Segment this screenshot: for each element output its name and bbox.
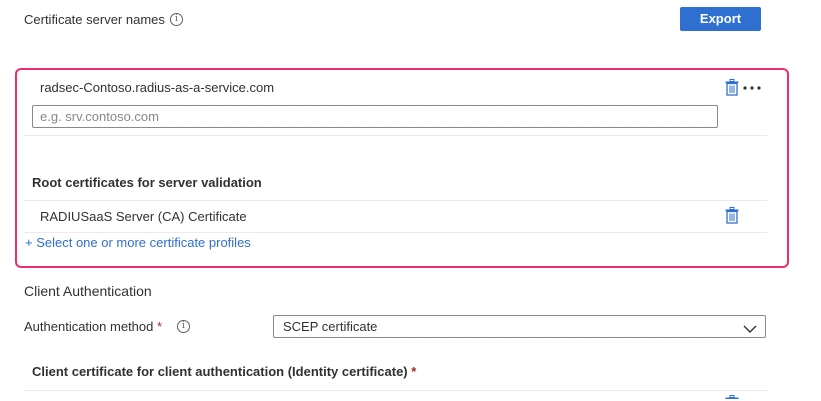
- root-certificates-heading: Root certificates for server validation: [32, 175, 262, 190]
- required-mark: *: [157, 319, 163, 334]
- select-certificate-profiles-link[interactable]: + Select one or more certificate profile…: [25, 235, 251, 250]
- info-icon[interactable]: i: [170, 13, 183, 26]
- trash-icon[interactable]: [725, 207, 739, 224]
- more-icon[interactable]: [743, 86, 761, 90]
- authentication-method-text: Authentication method: [24, 319, 154, 334]
- divider: [24, 232, 767, 233]
- chevron-down-icon: [743, 322, 757, 337]
- server-name-input[interactable]: [32, 105, 718, 128]
- authentication-method-dropdown[interactable]: SCEP certificate: [273, 315, 766, 338]
- required-mark: *: [411, 364, 417, 379]
- trash-icon[interactable]: [725, 79, 739, 96]
- certificate-server-names-label: Certificate server names: [24, 12, 165, 27]
- client-authentication-title: Client Authentication: [24, 283, 152, 299]
- identity-certificate-heading: Client certificate for client authentica…: [32, 364, 416, 379]
- list-item: RADIUSaaS Server (CA) Certificate: [24, 201, 767, 232]
- export-button[interactable]: Export: [680, 7, 761, 31]
- trash-icon[interactable]: [725, 395, 739, 401]
- authentication-method-value: SCEP certificate: [283, 319, 378, 334]
- divider: [24, 135, 767, 136]
- divider: [24, 390, 767, 391]
- root-certificate-label: RADIUSaaS Server (CA) Certificate: [40, 209, 247, 224]
- info-icon[interactable]: i: [177, 320, 190, 333]
- authentication-method-label: Authentication method *: [24, 319, 162, 334]
- server-name-value: radsec-Contoso.radius-as-a-service.com: [40, 80, 275, 95]
- identity-certificate-text: Client certificate for client authentica…: [32, 364, 408, 379]
